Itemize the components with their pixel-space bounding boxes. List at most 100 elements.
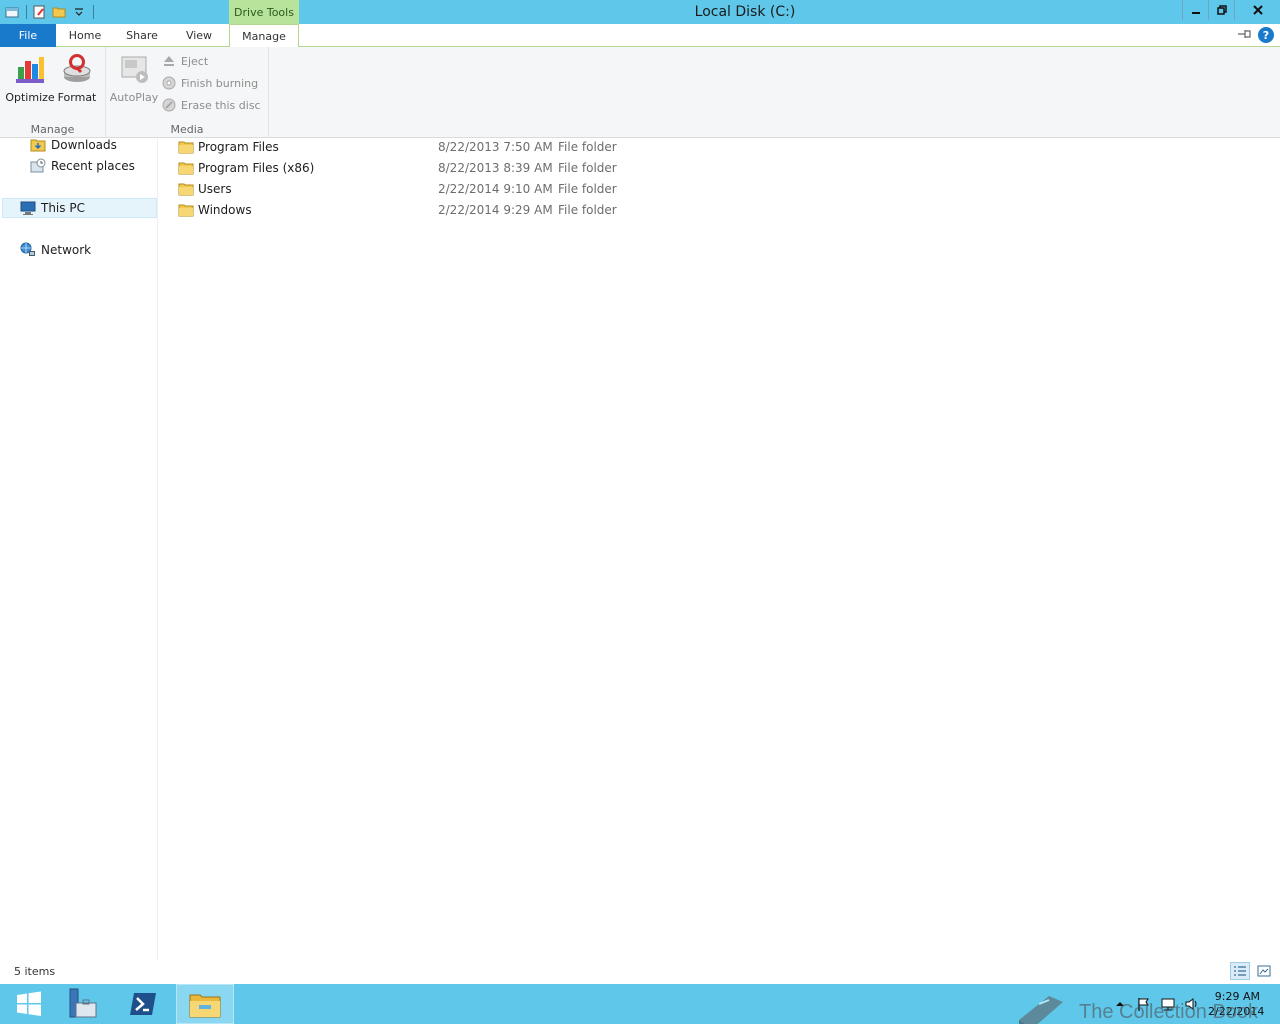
clock-date: 2/22/2014	[1208, 1005, 1265, 1018]
erase-disc-icon	[162, 98, 176, 112]
window-title: Local Disk (C:)	[694, 4, 796, 20]
details-view-icon	[1234, 966, 1246, 976]
finish-burning-label: Finish burning	[181, 76, 259, 90]
volume-icon[interactable]	[1184, 996, 1200, 1012]
qat-separator	[26, 5, 27, 19]
recent-places-icon	[30, 158, 46, 173]
status-bar: 5 items	[0, 960, 1280, 984]
format-icon	[63, 54, 91, 82]
finish-burning-button[interactable]: Finish burning	[162, 74, 258, 92]
format-button[interactable]: Format	[53, 53, 101, 109]
restore-button[interactable]	[1208, 0, 1234, 20]
item-count: 5 items	[14, 965, 56, 978]
ribbon-tab-bar: File Home Share View Manage ?	[0, 24, 1280, 48]
file-explorer-icon	[189, 994, 221, 1018]
qat-separator	[93, 5, 94, 19]
clock-time: 9:29 AM	[1214, 990, 1260, 1003]
large-icons-view-icon	[1257, 965, 1271, 977]
folder-icon	[178, 141, 194, 153]
nav-label-network: Network	[41, 243, 92, 257]
start-button[interactable]	[0, 984, 58, 1024]
file-date-modified: 8/22/2013 8:39 AM	[438, 160, 553, 175]
erase-disc-button[interactable]: Erase this disc	[162, 96, 261, 114]
folder-icon	[178, 204, 194, 216]
nav-item-network[interactable]: Network	[20, 240, 91, 260]
quick-access-toolbar	[0, 0, 94, 24]
taskbar: 9:29 AM 2/22/2014	[0, 984, 1280, 1024]
clock[interactable]: 9:29 AM 2/22/2014	[1208, 989, 1280, 1019]
show-hidden-icons[interactable]	[1112, 996, 1128, 1012]
file-type: File folder	[558, 160, 617, 175]
optimize-button[interactable]: Optimize	[5, 53, 55, 109]
nav-item-downloads[interactable]: Downloads	[30, 135, 117, 155]
finish-burning-icon	[162, 76, 176, 90]
taskbar-powershell[interactable]	[114, 984, 172, 1024]
network-status-icon[interactable]	[1160, 996, 1176, 1012]
autoplay-icon	[121, 56, 148, 83]
file-name: Program Files	[198, 139, 279, 154]
restore-icon	[1216, 5, 1227, 15]
autoplay-button[interactable]: AutoPlay	[110, 53, 158, 109]
title-bar: Drive Tools Local Disk (C:)	[0, 0, 1280, 24]
tab-file[interactable]: File	[0, 24, 56, 47]
autoplay-label: AutoPlay	[109, 91, 159, 104]
system-tray: 9:29 AM 2/22/2014	[1112, 984, 1280, 1024]
properties-icon[interactable]	[31, 4, 47, 20]
optimize-label: Optimize	[5, 91, 55, 104]
file-list[interactable]: Program Files 8/22/2013 7:50 AM File fol…	[160, 138, 1280, 960]
folder-icon	[178, 162, 194, 174]
large-icons-view-button[interactable]	[1254, 962, 1274, 980]
new-folder-icon[interactable]	[51, 4, 67, 20]
window-controls	[1182, 0, 1280, 20]
windows-logo-icon	[17, 991, 41, 1016]
powershell-icon	[130, 993, 156, 1015]
tab-share[interactable]: Share	[114, 24, 170, 47]
format-label: Format	[57, 91, 97, 104]
file-type: File folder	[558, 139, 617, 154]
downloads-folder-icon	[30, 139, 46, 152]
minimize-button[interactable]	[1182, 0, 1208, 20]
explorer-app-icon[interactable]	[4, 4, 20, 20]
minimize-icon	[1191, 12, 1200, 14]
file-date-modified: 2/22/2014 9:10 AM	[438, 181, 553, 196]
pin-ribbon-icon[interactable]	[1236, 28, 1252, 43]
details-view-button[interactable]	[1230, 962, 1250, 980]
group-label-media: Media	[170, 123, 204, 136]
eject-button[interactable]: Eject	[162, 52, 208, 70]
file-row[interactable]: Program Files 8/22/2013 7:50 AM File fol…	[160, 136, 630, 157]
file-row[interactable]: Users 2/22/2014 9:10 AM File folder	[160, 178, 630, 199]
nav-label-downloads: Downloads	[51, 138, 117, 152]
file-row[interactable]: Windows 2/22/2014 9:29 AM File folder	[160, 199, 630, 220]
drive-tools-context-label: Drive Tools	[229, 0, 299, 24]
eject-icon	[164, 56, 174, 66]
nav-label-this-pc: This PC	[41, 201, 85, 215]
file-row[interactable]: Program Files (x86) 8/22/2013 8:39 AM Fi…	[160, 157, 630, 178]
view-switcher	[1230, 962, 1274, 980]
ribbon-panel: Optimize Format Manage AutoPlay Eject Fi…	[0, 47, 1280, 138]
tab-view[interactable]: View	[172, 24, 226, 47]
taskbar-server-manager[interactable]	[52, 984, 110, 1024]
navigation-pane[interactable]: Downloads Recent places This PC Network	[0, 138, 158, 960]
file-date-modified: 8/22/2013 7:50 AM	[438, 139, 553, 154]
file-type: File folder	[558, 202, 617, 217]
qat-customize-icon[interactable]	[71, 4, 87, 20]
eject-label: Eject	[181, 54, 209, 68]
help-button[interactable]: ?	[1258, 27, 1274, 43]
action-center-flag-icon[interactable]	[1136, 996, 1152, 1012]
network-icon	[20, 242, 35, 256]
nav-label-recent-places: Recent places	[51, 159, 135, 173]
ribbon-group-manage: Optimize Format Manage	[0, 47, 106, 138]
close-button[interactable]	[1234, 0, 1280, 20]
folder-icon	[178, 183, 194, 195]
tab-manage[interactable]: Manage	[229, 24, 299, 48]
file-date-modified: 2/22/2014 9:29 AM	[438, 202, 553, 217]
erase-disc-label: Erase this disc	[181, 98, 261, 112]
taskbar-file-explorer[interactable]	[176, 984, 234, 1024]
nav-item-recent-places[interactable]: Recent places	[30, 156, 135, 176]
tab-home[interactable]: Home	[58, 24, 112, 47]
ribbon-right-controls: ?	[1236, 27, 1274, 43]
file-name: Windows	[198, 202, 252, 217]
this-pc-icon	[20, 201, 36, 215]
nav-item-this-pc[interactable]: This PC	[2, 198, 157, 218]
server-manager-icon	[69, 988, 97, 1018]
